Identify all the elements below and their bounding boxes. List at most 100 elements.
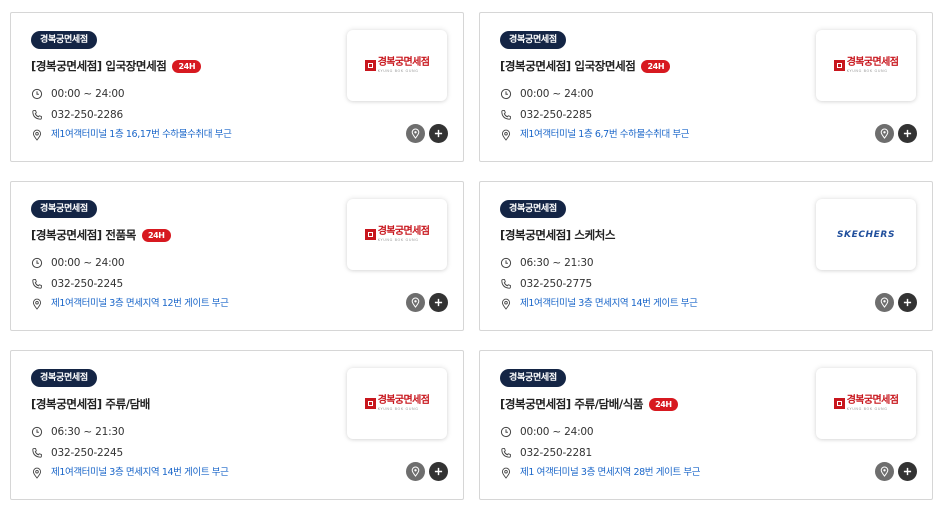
store-title[interactable]: [경복궁면세점] 입국장면세점 24H [31, 57, 202, 75]
logo-english-text: KYUNG BOK GUNG [846, 406, 888, 411]
location-pin-icon [501, 467, 511, 479]
logo-english-text: KYUNG BOK GUNG [377, 237, 419, 242]
store-list: 경복궁면세점 [경복궁면세점] 입국장면세점 24H 00:00 ~ 24:00… [0, 0, 947, 516]
add-button[interactable] [898, 462, 917, 481]
skechers-logo: SKECHERS [816, 199, 916, 270]
location-link[interactable]: 제1여객터미널 3층 면세지역 14번 게이트 부근 [51, 465, 229, 481]
location-pin-icon [32, 298, 42, 310]
logo-seal-icon [833, 398, 845, 409]
logo-english-text: KYUNG BOK GUNG [846, 68, 888, 73]
map-button[interactable] [406, 293, 425, 312]
24h-badge: 24H [641, 59, 671, 73]
hours-text: 00:00 ~ 24:00 [520, 88, 594, 100]
store-name: [경복궁면세점] 주류/담배 [31, 397, 150, 411]
hours-row: 06:30 ~ 21:30 [31, 424, 125, 440]
24h-badge: 24H [172, 59, 202, 73]
location-pin-icon [32, 467, 42, 479]
location-link[interactable]: 제1 여객터미널 3층 면세지역 28번 게이트 부근 [520, 465, 700, 481]
location-row[interactable]: 제1여객터미널 3층 면세지역 12번 게이트 부근 [31, 296, 229, 312]
location-row[interactable]: 제1여객터미널 1층 6,7번 수하물수취대 부근 [500, 127, 690, 143]
plus-icon [903, 298, 912, 307]
store-name: [경복궁면세점] 입국장면세점 [31, 59, 167, 73]
add-button[interactable] [429, 124, 448, 143]
hours-text: 00:00 ~ 24:00 [51, 257, 125, 269]
hours-text: 06:30 ~ 21:30 [520, 257, 594, 269]
plus-icon [434, 129, 443, 138]
store-card[interactable]: 경복궁면세점 [경복궁면세점] 입국장면세점 24H 00:00 ~ 24:00… [479, 12, 933, 162]
phone-text: 032-250-2285 [520, 109, 592, 121]
store-card[interactable]: 경복궁면세점 [경복궁면세점] 주류/담배 06:30 ~ 21:30 032-… [10, 350, 464, 500]
gyeongbokgung-logo: 경복궁면세점 KYUNG BOK GUNG [347, 199, 447, 270]
map-button[interactable] [875, 124, 894, 143]
gyeongbokgung-logo: 경복궁면세점 KYUNG BOK GUNG [816, 368, 916, 439]
store-name: [경복궁면세점] 주류/담배/식품 [500, 397, 644, 411]
logo-seal-icon [364, 398, 376, 409]
location-link[interactable]: 제1여객터미널 1층 16,17번 수하물수취대 부근 [51, 127, 232, 143]
gyeongbokgung-logo: 경복궁면세점 KYUNG BOK GUNG [347, 30, 447, 101]
map-button[interactable] [875, 293, 894, 312]
logo-korean-text: 경복궁면세점 [846, 56, 899, 68]
location-row[interactable]: 제1여객터미널 3층 면세지역 14번 게이트 부근 [500, 296, 698, 312]
hours-row: 06:30 ~ 21:30 [500, 255, 594, 271]
store-title[interactable]: [경복궁면세점] 주류/담배/식품 24H [500, 395, 678, 413]
add-button[interactable] [429, 293, 448, 312]
store-title[interactable]: [경복궁면세점] 입국장면세점 24H [500, 57, 671, 75]
store-card[interactable]: 경복궁면세점 [경복궁면세점] 스케처스 06:30 ~ 21:30 032-2… [479, 181, 933, 331]
brand-badge: 경복궁면세점 [500, 31, 566, 49]
map-pin-icon [880, 466, 889, 477]
hours-row: 00:00 ~ 24:00 [500, 424, 594, 440]
phone-row: 032-250-2285 [500, 107, 592, 123]
map-pin-icon [411, 297, 420, 308]
add-button[interactable] [429, 462, 448, 481]
phone-row: 032-250-2775 [500, 276, 592, 292]
location-link[interactable]: 제1여객터미널 1층 6,7번 수하물수취대 부근 [520, 127, 690, 143]
map-pin-icon [880, 128, 889, 139]
store-title[interactable]: [경복궁면세점] 스케처스 [500, 226, 616, 244]
plus-icon [434, 298, 443, 307]
plus-icon [434, 467, 443, 476]
store-card[interactable]: 경복궁면세점 [경복궁면세점] 주류/담배/식품 24H 00:00 ~ 24:… [479, 350, 933, 500]
logo-seal-icon [364, 229, 376, 240]
clock-icon [31, 257, 43, 269]
store-name: [경복궁면세점] 스케처스 [500, 228, 616, 242]
location-link[interactable]: 제1여객터미널 3층 면세지역 12번 게이트 부근 [51, 296, 229, 312]
gyeongbokgung-logo: 경복궁면세점 KYUNG BOK GUNG [816, 30, 916, 101]
skechers-logo-text: SKECHERS [836, 229, 896, 240]
logo-korean-text: 경복궁면세점 [377, 394, 430, 406]
location-row[interactable]: 제1여객터미널 1층 16,17번 수하물수취대 부근 [31, 127, 232, 143]
map-button[interactable] [406, 462, 425, 481]
plus-icon [903, 467, 912, 476]
phone-text: 032-250-2286 [51, 109, 123, 121]
location-pin-icon [32, 129, 42, 141]
hours-text: 06:30 ~ 21:30 [51, 426, 125, 438]
logo-seal-icon [833, 60, 845, 71]
location-link[interactable]: 제1여객터미널 3층 면세지역 14번 게이트 부근 [520, 296, 698, 312]
location-pin-icon [501, 298, 511, 310]
hours-text: 00:00 ~ 24:00 [520, 426, 594, 438]
location-row[interactable]: 제1 여객터미널 3층 면세지역 28번 게이트 부근 [500, 465, 700, 481]
clock-icon [500, 426, 512, 438]
hours-row: 00:00 ~ 24:00 [31, 86, 125, 102]
phone-row: 032-250-2245 [31, 276, 123, 292]
24h-badge: 24H [649, 397, 678, 411]
store-title[interactable]: [경복궁면세점] 주류/담배 [31, 395, 150, 413]
map-button[interactable] [406, 124, 425, 143]
add-button[interactable] [898, 293, 917, 312]
clock-icon [31, 88, 43, 100]
phone-icon [32, 110, 42, 120]
location-row[interactable]: 제1여객터미널 3층 면세지역 14번 게이트 부근 [31, 465, 229, 481]
map-button[interactable] [875, 462, 894, 481]
24h-badge: 24H [141, 228, 171, 242]
phone-row: 032-250-2286 [31, 107, 123, 123]
store-title[interactable]: [경복궁면세점] 전품목 24H [31, 226, 171, 244]
logo-english-text: KYUNG BOK GUNG [377, 406, 419, 411]
logo-korean-text: 경복궁면세점 [377, 225, 430, 237]
store-card[interactable]: 경복궁면세점 [경복궁면세점] 전품목 24H 00:00 ~ 24:00 03… [10, 181, 464, 331]
add-button[interactable] [898, 124, 917, 143]
brand-badge: 경복궁면세점 [500, 369, 566, 387]
location-pin-icon [501, 129, 511, 141]
phone-text: 032-250-2775 [520, 278, 592, 290]
store-card[interactable]: 경복궁면세점 [경복궁면세점] 입국장면세점 24H 00:00 ~ 24:00… [10, 12, 464, 162]
clock-icon [31, 426, 43, 438]
phone-text: 032-250-2245 [51, 278, 123, 290]
